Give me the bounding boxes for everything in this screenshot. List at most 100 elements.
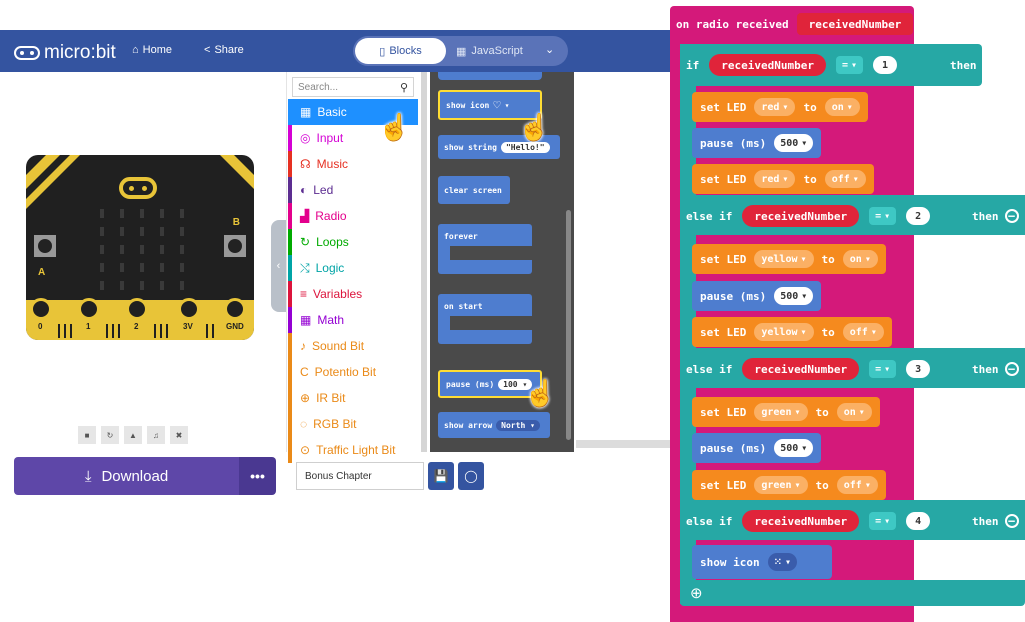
led-color-dropdown[interactable]: green ▾	[754, 403, 808, 421]
flyout-block-partial[interactable]	[438, 72, 542, 80]
set-led-block[interactable]: set LED red ▾ to on ▾	[692, 92, 868, 122]
operator-dropdown[interactable]: = ▾	[869, 207, 897, 225]
pin-1[interactable]	[78, 298, 100, 320]
pause-dropdown[interactable]: 500 ▾	[774, 134, 814, 152]
icon-dropdown[interactable]: ⁙ ▾	[767, 553, 798, 571]
category-traffic-light-bit[interactable]: ⊙ Traffic Light Bit	[288, 437, 418, 463]
show-icon-block[interactable]: show icon ⁙ ▾	[692, 545, 832, 579]
flyout-scrollbar[interactable]	[566, 210, 571, 440]
led-state-dropdown[interactable]: off ▾	[824, 170, 866, 188]
chevron-down-icon: ▾	[794, 406, 801, 418]
pause-block[interactable]: pause (ms) 500 ▾	[692, 433, 822, 463]
led-color-dropdown[interactable]: red ▾	[754, 170, 796, 188]
set-led-block[interactable]: set LED green ▾ to on ▾	[692, 397, 880, 427]
led-state-dropdown[interactable]: on ▾	[842, 250, 878, 268]
pin-gnd[interactable]	[224, 298, 246, 320]
share-button[interactable]: < Share	[204, 44, 244, 56]
restart-icon[interactable]: ↻	[101, 426, 119, 444]
pause-dropdown[interactable]: 500 ▾	[774, 439, 814, 457]
led-state-dropdown[interactable]: on ▾	[824, 98, 860, 116]
led-state-dropdown[interactable]: on ▾	[836, 403, 872, 421]
condition-variable[interactable]: receivedNumber	[742, 358, 860, 380]
corner-stripes-right	[220, 155, 254, 189]
pin-3v[interactable]	[178, 298, 200, 320]
pause-block[interactable]: pause (ms) 500 ▾	[692, 281, 822, 311]
toolbox-scrollbar[interactable]	[421, 72, 427, 452]
more-options-button[interactable]: •••	[239, 457, 276, 495]
operator-dropdown[interactable]: = ▾	[869, 360, 897, 378]
workspace-scrollbar[interactable]	[576, 440, 670, 448]
condition-number[interactable]: 1	[873, 56, 898, 74]
category-led[interactable]: ◐ Led	[288, 177, 418, 203]
target-icon: ◎	[300, 131, 311, 145]
search-input[interactable]: Search... ⚲	[292, 77, 414, 97]
led-color-dropdown[interactable]: green ▾	[754, 476, 808, 494]
pin-label: GND	[226, 322, 244, 331]
slowmo-icon[interactable]: ▲	[124, 426, 142, 444]
set-led-block[interactable]: set LED green ▾ to off ▾	[692, 470, 886, 500]
category-potentio-bit[interactable]: C Potentio Bit	[288, 359, 418, 385]
operator-dropdown[interactable]: = ▾	[835, 56, 864, 74]
condition-number[interactable]: 4	[906, 512, 931, 530]
hand-cursor-icon: ☝	[518, 112, 551, 142]
category-music[interactable]: ☊ Music	[288, 151, 418, 177]
chevron-down-icon[interactable]: ⌄	[545, 43, 554, 56]
remove-branch-icon[interactable]: −	[1004, 209, 1019, 223]
led-color-dropdown[interactable]: yellow ▾	[754, 323, 814, 341]
operator-dropdown[interactable]: = ▾	[869, 512, 897, 530]
condition-number[interactable]: 2	[906, 207, 931, 225]
category-ir-bit[interactable]: ⊕ IR Bit	[288, 385, 418, 411]
flyout-clear-screen-block[interactable]: clear screen	[438, 176, 510, 204]
pause-dropdown[interactable]: 500 ▾	[774, 287, 814, 305]
show-string-value[interactable]: "Hello!"	[500, 141, 550, 153]
condition-row: if receivedNumber = ▾ 1	[686, 54, 898, 76]
home-button[interactable]: ⌂ Home	[132, 44, 172, 56]
tab-blocks[interactable]: ▯ Blocks	[355, 38, 446, 64]
github-icon[interactable]: ◯	[458, 462, 484, 490]
pause-value: 500	[780, 442, 799, 454]
button-a[interactable]	[34, 235, 56, 257]
simulator-controls: ■ ↻ ▲ ♫ ✖	[78, 426, 200, 446]
led-state-dropdown[interactable]: off ▾	[842, 323, 884, 341]
category-math[interactable]: ▦ Math	[288, 307, 418, 333]
condition-variable[interactable]: receivedNumber	[709, 54, 826, 76]
blocks-label: Blocks	[389, 45, 422, 57]
button-b[interactable]	[224, 235, 246, 257]
category-sound-bit[interactable]: ♪ Sound Bit	[288, 333, 418, 359]
remove-branch-icon[interactable]: −	[1004, 514, 1019, 528]
mute-icon[interactable]: ♫	[147, 426, 165, 444]
pin-2[interactable]	[126, 298, 148, 320]
led-color-dropdown[interactable]: yellow ▾	[754, 250, 814, 268]
event-variable[interactable]: receivedNumber	[796, 13, 914, 35]
stop-icon[interactable]: ■	[78, 426, 96, 444]
remove-branch-icon[interactable]: −	[1004, 362, 1019, 376]
chevron-down-icon: ▾	[870, 326, 877, 338]
download-button[interactable]: ⤓ Download	[14, 457, 239, 495]
category-logic[interactable]: ⤭ Logic	[288, 255, 418, 281]
condition-variable[interactable]: receivedNumber	[742, 205, 860, 227]
save-icon[interactable]: 💾	[428, 462, 454, 490]
arrow-dropdown[interactable]: North ▾	[496, 419, 540, 431]
add-branch-icon[interactable]: ⊕	[690, 584, 703, 602]
pin-0[interactable]	[30, 298, 52, 320]
condition-number[interactable]: 3	[906, 360, 931, 378]
tab-javascript[interactable]: ▦ JavaScript	[456, 38, 546, 64]
led-color-dropdown[interactable]: red ▾	[754, 98, 796, 116]
category-variables[interactable]: ≡ Variables	[288, 281, 418, 307]
set-led-block[interactable]: set LED yellow ▾ to off ▾	[692, 317, 892, 347]
set-led-block[interactable]: set LED red ▾ to off ▾	[692, 164, 874, 194]
microbit-logo[interactable]: micro:bit	[14, 42, 116, 64]
category-rgb-bit[interactable]: ◌ RGB Bit	[288, 411, 418, 437]
category-label: Traffic Light Bit	[316, 443, 396, 457]
category-radio[interactable]: ▟ Radio	[288, 203, 418, 229]
category-loops[interactable]: ↻ Loops	[288, 229, 418, 255]
collapse-simulator-handle[interactable]: ‹	[271, 220, 286, 312]
set-led-block[interactable]: set LED yellow ▾ to on ▾	[692, 244, 886, 274]
fullscreen-icon[interactable]: ✖	[170, 426, 188, 444]
shuffle-icon: ⤭	[300, 260, 310, 275]
flyout-show-arrow-block[interactable]: show arrow North ▾	[438, 412, 550, 438]
led-state-dropdown[interactable]: off ▾	[836, 476, 878, 494]
pause-block[interactable]: pause (ms) 500 ▾	[692, 128, 822, 158]
project-name-input[interactable]: Bonus Chapter	[296, 462, 424, 490]
condition-variable[interactable]: receivedNumber	[742, 510, 860, 532]
